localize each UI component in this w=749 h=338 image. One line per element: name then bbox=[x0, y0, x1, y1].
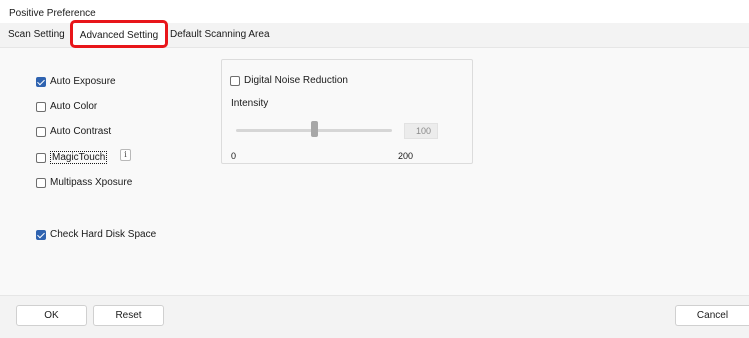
auto-color-checkbox[interactable] bbox=[36, 101, 46, 112]
auto-color-label: Auto Color bbox=[50, 101, 98, 112]
intensity-min-label: 0 bbox=[231, 151, 237, 161]
window-title: Positive Preference bbox=[9, 8, 96, 19]
check-hard-disk-space-option[interactable]: Check Hard Disk Space bbox=[36, 229, 156, 240]
check-hard-disk-space-checkbox[interactable] bbox=[36, 229, 46, 240]
digital-noise-reduction-checkbox[interactable] bbox=[230, 75, 240, 86]
intensity-value-field[interactable]: 100 bbox=[404, 123, 438, 139]
multipass-xposure-checkbox[interactable] bbox=[36, 177, 46, 188]
info-icon[interactable]: i bbox=[120, 149, 131, 161]
tab-advanced-setting[interactable]: Advanced Setting bbox=[70, 20, 168, 48]
auto-contrast-checkbox[interactable] bbox=[36, 126, 46, 137]
reset-button[interactable]: Reset bbox=[93, 305, 164, 326]
multipass-xposure-label: Multipass Xposure bbox=[50, 177, 133, 188]
digital-noise-reduction-label: Digital Noise Reduction bbox=[244, 75, 348, 86]
magictouch-option[interactable]: MagicTouch bbox=[36, 151, 108, 164]
check-hard-disk-space-label: Check Hard Disk Space bbox=[50, 229, 157, 240]
intensity-label: Intensity bbox=[231, 98, 269, 109]
auto-exposure-option[interactable]: Auto Exposure bbox=[36, 76, 116, 87]
noise-reduction-group: Digital Noise Reduction Intensity 100 0 … bbox=[221, 59, 473, 164]
tab-strip: Scan Setting Advanced Setting Default Sc… bbox=[0, 20, 749, 48]
magictouch-label: MagicTouch bbox=[50, 151, 108, 164]
auto-contrast-option[interactable]: Auto Contrast bbox=[36, 126, 111, 137]
auto-contrast-label: Auto Contrast bbox=[50, 126, 112, 137]
tab-scan-setting[interactable]: Scan Setting bbox=[8, 23, 65, 47]
tab-default-scanning-area[interactable]: Default Scanning Area bbox=[170, 23, 270, 47]
intensity-max-label: 200 bbox=[398, 151, 414, 161]
digital-noise-reduction-option[interactable]: Digital Noise Reduction bbox=[230, 75, 348, 86]
cancel-button[interactable]: Cancel bbox=[675, 305, 749, 326]
positive-preference-window: Positive Preference Scan Setting Advance… bbox=[0, 0, 749, 338]
auto-exposure-checkbox[interactable] bbox=[36, 76, 46, 87]
intensity-slider-thumb[interactable] bbox=[310, 121, 318, 137]
multipass-xposure-option[interactable]: Multipass Xposure bbox=[36, 177, 132, 188]
ok-button[interactable]: OK bbox=[16, 305, 87, 326]
auto-color-option[interactable]: Auto Color bbox=[36, 101, 97, 112]
auto-exposure-label: Auto Exposure bbox=[50, 76, 116, 87]
magictouch-checkbox[interactable] bbox=[36, 152, 46, 163]
